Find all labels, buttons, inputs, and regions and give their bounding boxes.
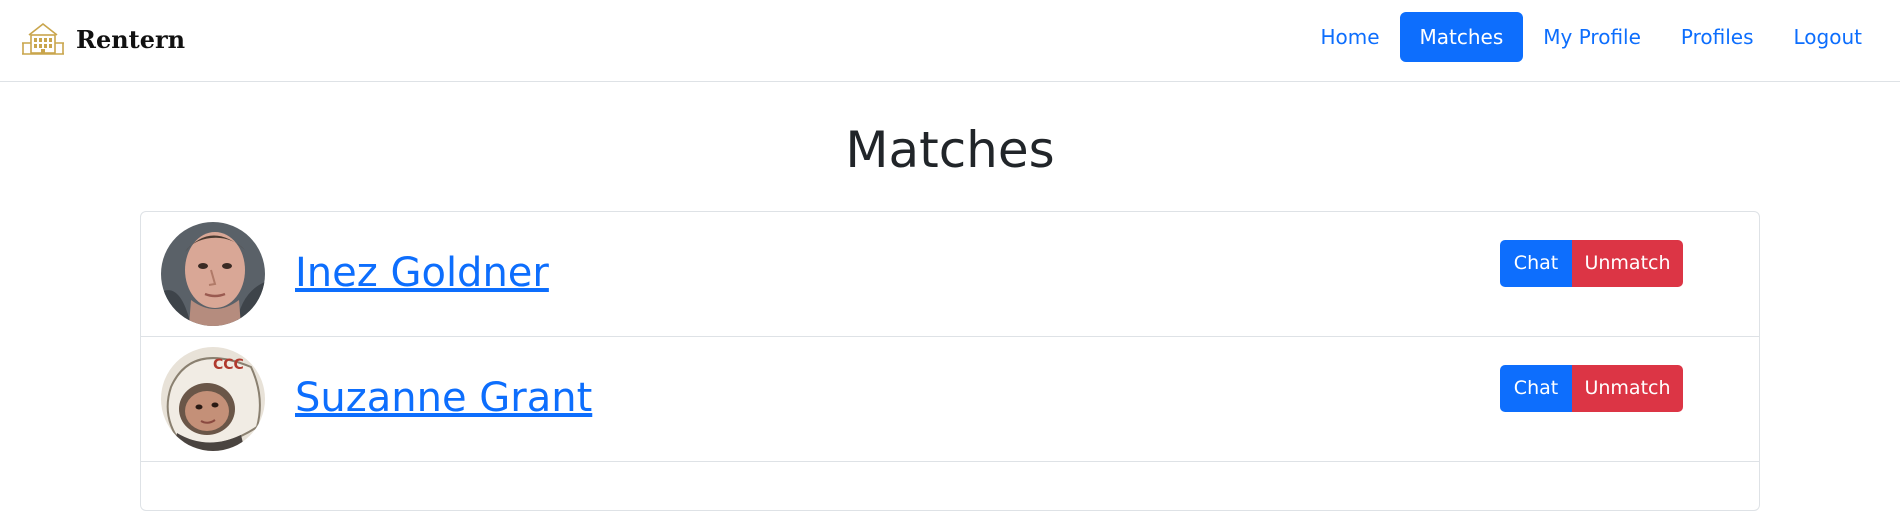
nav-profiles[interactable]: Profiles xyxy=(1661,12,1774,62)
list-item: CCC Suzanne Grant Chat Unmatch xyxy=(141,337,1759,462)
nav-my-profile[interactable]: My Profile xyxy=(1523,12,1661,62)
nav-logout[interactable]: Logout xyxy=(1774,12,1882,62)
match-name-link[interactable]: Inez Goldner xyxy=(295,246,549,300)
chat-button[interactable]: Chat xyxy=(1500,240,1572,287)
avatar[interactable]: CCC xyxy=(161,347,265,451)
top-navbar: Rentern Home Matches My Profile Profiles… xyxy=(0,0,1900,82)
match-actions: Chat Unmatch xyxy=(1500,240,1683,287)
brand-name: Rentern xyxy=(76,24,186,54)
match-actions: Chat Unmatch xyxy=(1500,365,1683,412)
nav-home[interactable]: Home xyxy=(1300,12,1399,62)
svg-text:CCC: CCC xyxy=(213,357,244,373)
chat-button[interactable]: Chat xyxy=(1500,365,1572,412)
page-title: Matches xyxy=(845,121,1055,179)
unmatch-button[interactable]: Unmatch xyxy=(1572,365,1683,412)
brand-link[interactable]: Rentern xyxy=(20,19,185,59)
building-icon xyxy=(22,22,64,55)
match-name-link[interactable]: Suzanne Grant xyxy=(295,371,592,425)
match-list: Inez Goldner Chat Unmatch CCC Suzanne Gr… xyxy=(140,211,1760,511)
list-item: Inez Goldner Chat Unmatch xyxy=(141,212,1759,337)
nav-menu: Home Matches My Profile Profiles Logout xyxy=(1300,12,1882,62)
avatar[interactable] xyxy=(161,222,265,326)
nav-matches[interactable]: Matches xyxy=(1399,12,1524,62)
unmatch-button[interactable]: Unmatch xyxy=(1572,240,1683,287)
